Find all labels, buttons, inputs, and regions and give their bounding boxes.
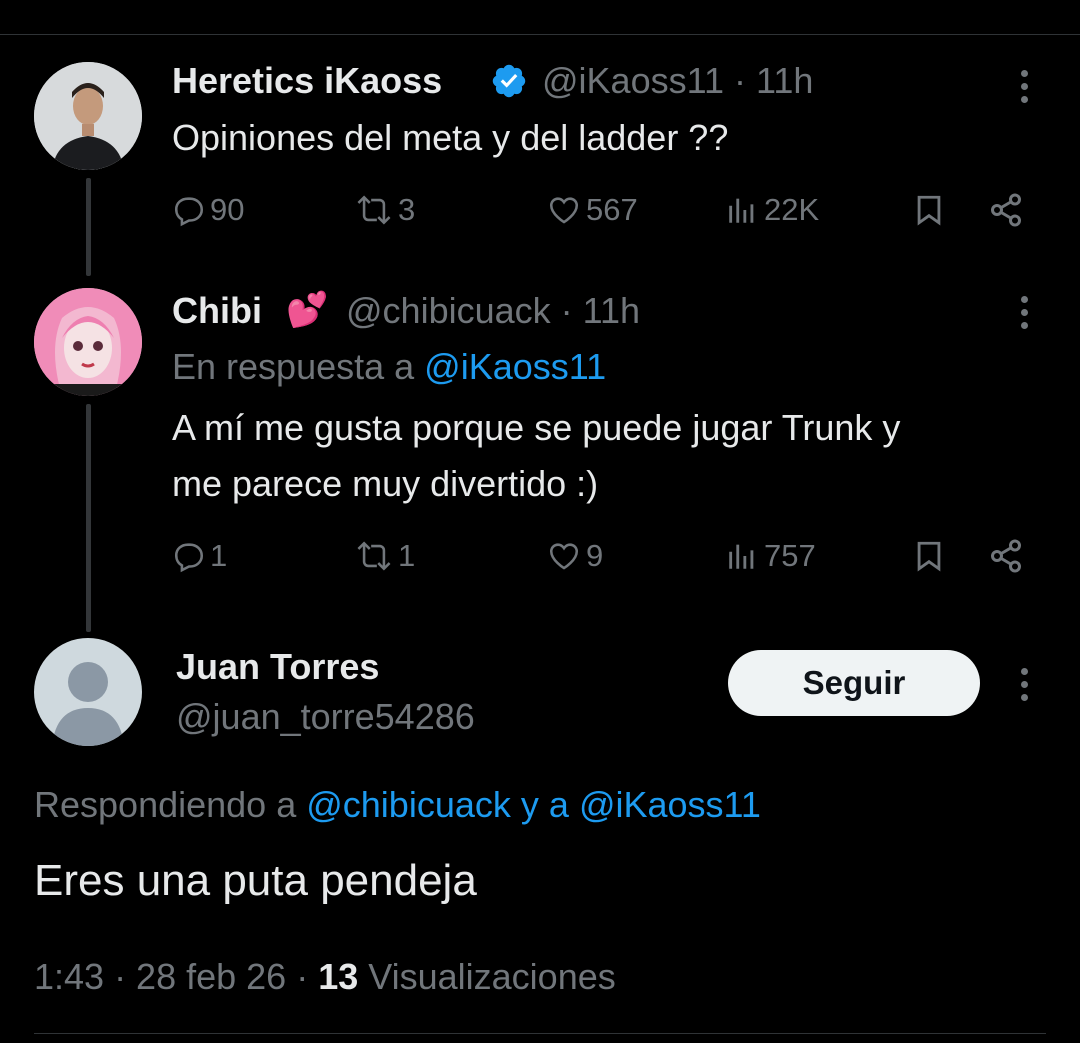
tweet-datetime[interactable]: 1:43 · 28 feb 26 · xyxy=(34,956,308,997)
top-divider xyxy=(0,34,1080,35)
like-count: 9 xyxy=(586,538,604,573)
replying-prefix: Respondiendo a xyxy=(34,784,297,825)
author-handle[interactable]: @iKaoss11 xyxy=(542,60,724,101)
tweet-text-line2: me parece muy divertido :) xyxy=(172,463,599,504)
repost-icon xyxy=(354,193,394,227)
share-button[interactable] xyxy=(988,192,1024,228)
reply-prefix: En respuesta a xyxy=(172,346,415,387)
reply-button[interactable]: 90 xyxy=(172,192,244,228)
replying-joiner: y a xyxy=(520,784,569,825)
main-tweet-text: Eres una puta pendeja xyxy=(34,856,477,905)
heart-icon xyxy=(546,539,582,573)
share-icon xyxy=(988,538,1024,574)
repost-button[interactable]: 3 xyxy=(354,192,415,228)
repost-count: 3 xyxy=(398,192,416,227)
views-button[interactable]: 757 xyxy=(724,538,816,574)
more-options-icon[interactable] xyxy=(1021,70,1029,109)
author-name[interactable]: Chibi xyxy=(172,290,262,332)
bookmark-icon xyxy=(912,192,946,228)
reply-button[interactable]: 1 xyxy=(172,538,227,574)
views-number: 13 xyxy=(318,956,359,997)
views-icon xyxy=(724,193,760,227)
bookmark-icon xyxy=(912,538,946,574)
thread-line xyxy=(86,178,91,276)
reply-to-link[interactable]: @iKaoss11 xyxy=(424,346,606,387)
timestamp[interactable]: · 11h xyxy=(561,290,640,331)
thread-line xyxy=(86,404,91,632)
verified-badge-icon xyxy=(490,62,528,105)
like-count: 567 xyxy=(586,192,638,227)
reply-count: 1 xyxy=(210,538,228,573)
repost-count: 1 xyxy=(398,538,416,573)
bottom-divider xyxy=(34,1033,1046,1034)
more-options-icon[interactable] xyxy=(1021,668,1029,707)
more-options-icon[interactable] xyxy=(1021,296,1029,335)
views-count: 757 xyxy=(764,538,816,573)
views-button[interactable]: 22K xyxy=(724,192,819,228)
heart-icon xyxy=(546,193,582,227)
author-handle[interactable]: @chibicuack xyxy=(346,290,551,331)
share-button[interactable] xyxy=(988,538,1024,574)
bookmark-button[interactable] xyxy=(912,192,946,228)
reply-icon xyxy=(172,539,206,573)
tweet-text: Opiniones del meta y del ladder ?? xyxy=(172,117,729,158)
views-label: Visualizaciones xyxy=(368,956,616,997)
repost-button[interactable]: 1 xyxy=(354,538,415,574)
follow-button[interactable]: Seguir xyxy=(728,650,980,716)
avatar-default[interactable] xyxy=(34,638,142,746)
hearts-emoji: 💕 xyxy=(286,291,329,329)
share-icon xyxy=(988,192,1024,228)
author-name[interactable]: Juan Torres xyxy=(176,646,379,688)
tweet-text-line1: A mí me gusta porque se puede jugar Trun… xyxy=(172,407,901,448)
avatar-ikaoss[interactable] xyxy=(34,62,142,170)
like-button[interactable]: 567 xyxy=(546,192,638,228)
repost-icon xyxy=(354,539,394,573)
views-count: 22K xyxy=(764,192,820,227)
replying-to-line: Respondiendo a @chibicuack y a @iKaoss11 xyxy=(34,784,761,826)
views-icon xyxy=(724,539,760,573)
author-handle[interactable]: @juan_torre54286 xyxy=(176,696,475,738)
replying-to-link-2[interactable]: @iKaoss11 xyxy=(579,784,761,825)
reply-count: 90 xyxy=(210,192,245,227)
tweet-meta: 1:43 · 28 feb 26 · 13 Visualizaciones xyxy=(34,956,616,998)
replying-to-link-1[interactable]: @chibicuack xyxy=(306,784,511,825)
reply-icon xyxy=(172,193,206,227)
like-button[interactable]: 9 xyxy=(546,538,603,574)
timestamp[interactable]: · 11h xyxy=(734,60,813,101)
avatar-chibi[interactable] xyxy=(34,288,142,396)
author-name[interactable]: Heretics iKaoss xyxy=(172,60,442,102)
bookmark-button[interactable] xyxy=(912,538,946,574)
